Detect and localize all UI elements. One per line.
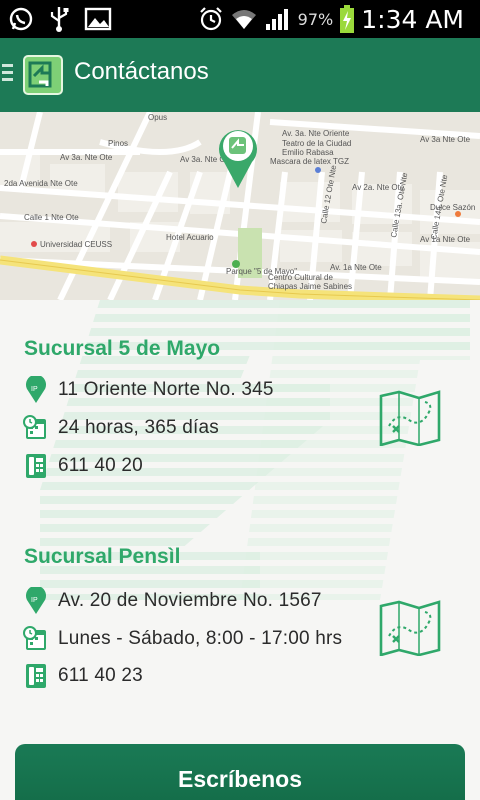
- map-label-pinos: Pinos: [108, 139, 128, 148]
- map-label-mascara: Mascara de latex TGZ: [270, 157, 349, 166]
- branch-phone-row[interactable]: 611 40 23: [23, 660, 143, 692]
- map-label-av1nte-m: Av. 1a Nte Ote: [330, 263, 382, 272]
- branch-card: Sucursal 5 de Mayo: [24, 337, 464, 361]
- map-label-centro2: Chiapas Jaime Sabines: [268, 282, 352, 291]
- branch-hours-row: 24 horas, 365 días: [23, 412, 219, 444]
- location-map[interactable]: Av. 3a. Nte Oriente Teatro de la Ciudad …: [0, 112, 480, 300]
- branch-address-row: IP Av. 20 de Noviembre No. 1567: [23, 585, 322, 617]
- phone-icon: [26, 664, 46, 688]
- calendar-clock-icon: [23, 626, 46, 650]
- branch-hours-row: Lunes - Sábado, 8:00 - 17:00 hrs: [23, 623, 342, 655]
- map-label-opus: Opus: [148, 113, 167, 122]
- branch-phone[interactable]: 611 40 20: [58, 455, 143, 477]
- wifi-icon: [231, 10, 256, 29]
- phone-icon: [26, 454, 46, 478]
- branch-address-row: IP 11 Oriente Norte No. 345: [23, 374, 274, 406]
- map-label-av1nte-r: Av 1a Nte Ote: [420, 235, 471, 244]
- usb-icon: [50, 7, 69, 32]
- battery-charging-icon: [340, 5, 355, 33]
- whatsapp-icon: [9, 7, 33, 31]
- svg-text:IP: IP: [31, 386, 38, 393]
- branch-hours: Lunes - Sábado, 8:00 - 17:00 hrs: [58, 628, 343, 649]
- status-bar: 97% 1:34 AM: [0, 0, 480, 38]
- page-title: Contáctanos: [74, 58, 209, 85]
- signal-icon: [265, 9, 288, 30]
- branch-hours: 24 horas, 365 días: [58, 417, 219, 438]
- treasure-map-icon[interactable]: [379, 390, 441, 446]
- svg-text:IP: IP: [31, 597, 38, 604]
- battery-percent: 97%: [297, 9, 334, 29]
- branch-title: Sucursal Pensìl: [24, 545, 181, 568]
- map-label-av3nte: Av 3a. Nte Ote: [60, 153, 113, 162]
- map-label-ceuss: Universidad CEUSS: [40, 240, 112, 249]
- map-label-teatro2: Emilio Rabasa: [282, 148, 334, 157]
- write-us-label: Escríbenos: [178, 766, 302, 792]
- map-label-oriente: Av. 3a. Nte Oriente: [282, 129, 350, 138]
- alarm-icon: [199, 7, 222, 31]
- branch-phone-row[interactable]: 611 40 20: [23, 450, 143, 482]
- branch-title: Sucursal 5 de Mayo: [24, 337, 221, 360]
- location-pin-icon: IP: [26, 587, 46, 614]
- action-bar: Contáctanos: [0, 38, 480, 112]
- branch-address: Av. 20 de Noviembre No. 1567: [58, 590, 322, 611]
- write-us-button[interactable]: Escríbenos: [15, 744, 465, 800]
- image-icon: [84, 7, 112, 31]
- map-label-centro1: Centro Cultural de: [268, 273, 333, 282]
- branch-phone[interactable]: 611 40 23: [58, 665, 143, 687]
- app-logo[interactable]: [23, 55, 63, 95]
- branch-card: Sucursal Pensìl: [24, 545, 464, 569]
- menu-icon[interactable]: [2, 64, 13, 85]
- map-label-calle1: Calle 1 Nte Ote: [24, 213, 79, 222]
- branch-address: 11 Oriente Norte No. 345: [58, 379, 274, 400]
- map-label-teatro1: Teatro de la Ciudad: [282, 139, 351, 148]
- contact-content: Sucursal 5 de Mayo IP 11 Oriente Norte N…: [0, 300, 480, 800]
- treasure-map-icon[interactable]: [379, 600, 441, 656]
- location-pin-icon: IP: [26, 376, 46, 403]
- calendar-clock-icon: [23, 415, 46, 439]
- map-label-av2nte: 2da Avenida Nte Ote: [4, 179, 78, 188]
- map-label-hotel: Hotel Acuario: [166, 233, 214, 242]
- clock: 1:34 AM: [361, 4, 464, 34]
- map-label-av3nte-r: Av 3a Nte Ote: [420, 135, 471, 144]
